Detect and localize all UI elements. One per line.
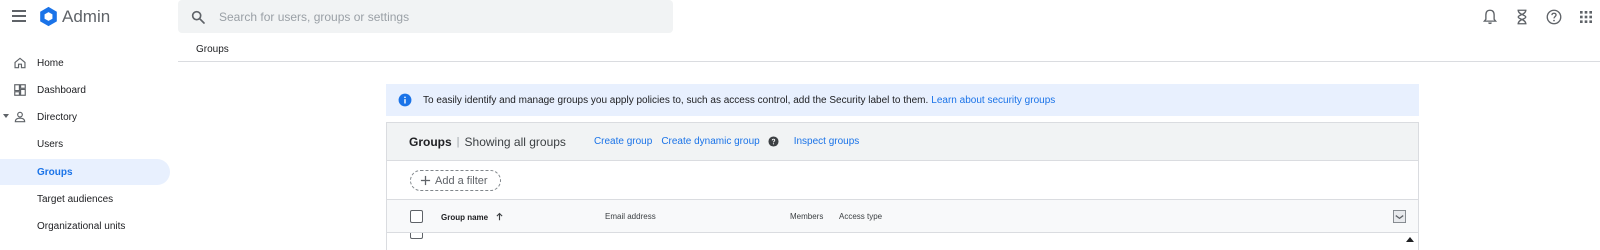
sidebar-item-label: Organizational units [37,220,126,232]
filter-bar: Add a filter [387,161,1418,200]
search-bar[interactable] [178,0,673,33]
column-header-email-address[interactable]: Email address [605,212,656,221]
sort-ascending-icon [496,212,503,221]
home-icon [14,57,26,69]
title-separator: | [456,135,460,148]
column-label: Group name [441,213,489,222]
sidebar-item-groups[interactable]: Groups [0,159,170,185]
sidebar-item-label: Groups [37,166,73,178]
sidebar-item-directory[interactable]: Directory [0,104,170,130]
table-header: Group name Email address Members Access … [387,200,1418,233]
add-filter-label: Add a filter [435,174,488,187]
sidebar-item-target-audiences[interactable]: Target audiences [0,186,170,212]
breadcrumb: Groups [178,33,1600,62]
scroll-up-arrow-icon[interactable] [1406,237,1414,242]
banner-text: To easily identify and manage groups you… [423,94,929,106]
sidebar-item-home[interactable]: Home [0,50,170,76]
create-dynamic-group-link[interactable]: Create dynamic group [661,136,759,147]
search-icon [191,10,205,24]
sidebar-item-organizational-units[interactable]: Organizational units [0,213,170,239]
sidebar-item-label: Directory [37,111,78,123]
sidebar-item-label: Users [37,138,64,150]
info-icon [398,93,412,107]
info-banner: To easily identify and manage groups you… [386,84,1419,116]
groups-panel: Groups | Showing all groups Create group… [386,122,1419,250]
column-header-group-name[interactable]: Group name [441,212,504,222]
sidebar-item-label: Dashboard [37,84,86,96]
person-icon [14,111,26,123]
apps-grid-icon[interactable] [1577,8,1595,26]
learn-about-security-groups-link[interactable]: Learn about security groups [931,95,1055,106]
admin-logo-icon [40,6,57,27]
chevron-down-icon[interactable] [3,114,9,118]
add-filter-button[interactable]: Add a filter [410,170,501,191]
main-menu-button[interactable] [9,6,29,26]
select-all-checkbox[interactable] [410,210,423,223]
help-circle-icon[interactable] [768,136,779,147]
panel-subtitle: Showing all groups [464,134,566,149]
breadcrumb-current: Groups [196,44,229,55]
row-checkbox[interactable] [410,233,423,239]
sidebar-item-dashboard[interactable]: Dashboard [0,77,170,103]
column-settings-icon[interactable] [1393,210,1406,223]
panel-title: Groups [409,134,452,149]
app-title: Admin [62,7,111,26]
help-icon[interactable] [1545,8,1563,26]
sidebar-item-label: Target audiences [37,193,114,205]
bell-icon[interactable] [1481,8,1499,26]
sidebar-item-label: Home [37,57,64,69]
dashboard-icon [14,84,26,96]
table-row[interactable] [387,233,1418,250]
create-group-link[interactable]: Create group [594,136,652,147]
column-header-members[interactable]: Members [790,212,823,221]
column-header-access-type[interactable]: Access type [839,212,882,221]
hourglass-icon[interactable] [1513,8,1531,26]
sidebar-item-users[interactable]: Users [0,131,170,157]
plus-icon [420,175,431,186]
panel-header: Groups | Showing all groups Create group… [387,123,1418,161]
search-input[interactable] [219,9,639,24]
inspect-groups-link[interactable]: Inspect groups [794,136,860,147]
